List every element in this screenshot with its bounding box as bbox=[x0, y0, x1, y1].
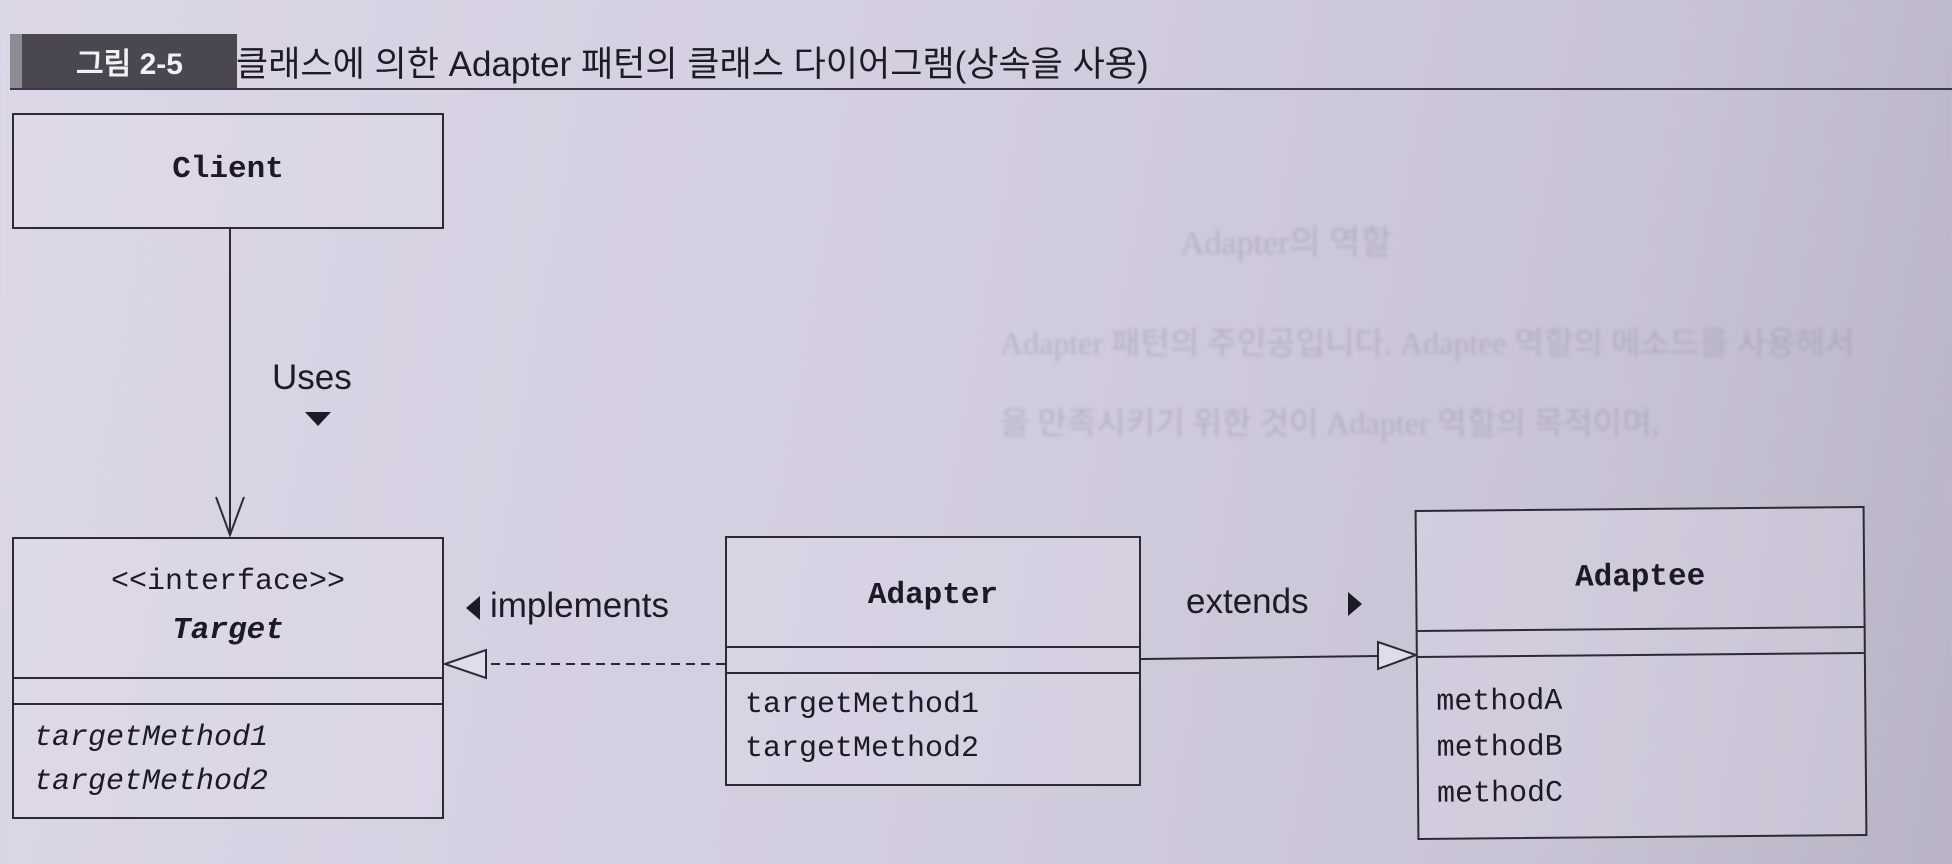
target-methods-divider bbox=[14, 703, 442, 705]
adapter-class-box: Adapter targetMethod1 targetMethod2 bbox=[725, 536, 1141, 786]
target-method: targetMethod2 bbox=[34, 765, 269, 799]
extends-arrowhead bbox=[1377, 640, 1419, 671]
adaptee-class-box: Adaptee methodA methodB methodC bbox=[1414, 506, 1868, 840]
uses-label: Uses bbox=[272, 358, 352, 397]
client-class-name: Client bbox=[172, 152, 284, 187]
target-class-name: Target bbox=[172, 613, 284, 648]
adaptee-method: methodA bbox=[1436, 684, 1563, 720]
adapter-methods-divider bbox=[727, 672, 1139, 674]
extends-direction-marker bbox=[1348, 592, 1362, 616]
target-interface-box: <<interface>> Target targetMethod1 targe… bbox=[12, 537, 444, 819]
uses-direction-marker bbox=[305, 412, 331, 426]
adapter-attributes-divider bbox=[727, 646, 1139, 648]
adaptee-methods-divider bbox=[1417, 652, 1864, 658]
extends-line bbox=[1139, 655, 1379, 660]
adaptee-method: methodB bbox=[1436, 730, 1563, 766]
implements-arrowhead bbox=[441, 648, 487, 680]
target-method: targetMethod1 bbox=[34, 721, 269, 755]
target-stereotype: <<interface>> bbox=[110, 565, 346, 599]
adaptee-attributes-divider bbox=[1417, 626, 1864, 632]
adapter-method: targetMethod2 bbox=[745, 732, 980, 766]
implements-direction-marker bbox=[466, 596, 480, 620]
adaptee-method: methodC bbox=[1436, 776, 1564, 812]
adapter-method: targetMethod1 bbox=[745, 688, 980, 722]
adapter-class-name: Adapter bbox=[867, 578, 999, 613]
implements-label: implements bbox=[490, 586, 669, 625]
client-class-box: Client bbox=[12, 113, 444, 229]
extends-label: extends bbox=[1186, 582, 1309, 621]
target-attributes-divider bbox=[14, 677, 442, 679]
adaptee-class-name: Adaptee bbox=[1574, 559, 1706, 596]
